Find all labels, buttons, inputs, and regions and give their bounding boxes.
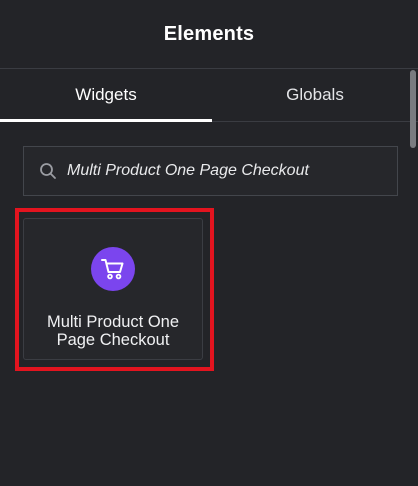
scrollbar-thumb[interactable] — [410, 70, 416, 148]
search-box — [23, 146, 398, 196]
widget-label: Multi Product One Page Checkout — [28, 313, 198, 349]
search-input[interactable] — [67, 162, 397, 180]
widget-multi-product-checkout[interactable]: Multi Product One Page Checkout — [23, 218, 203, 360]
tab-globals[interactable]: Globals — [212, 69, 418, 121]
widget-label-line-1: Multi Product One — [46, 313, 180, 331]
panel-title: Elements — [163, 22, 255, 45]
widget-label-line-2: Page Checkout — [56, 331, 170, 349]
elements-panel: Elements Widgets Globals Multi Product O… — [0, 0, 418, 486]
panel-tabs: Widgets Globals — [0, 68, 418, 122]
search-icon — [38, 161, 58, 181]
panel-header: Elements — [0, 0, 418, 68]
cart-icon — [91, 247, 135, 291]
tab-widgets[interactable]: Widgets — [0, 69, 212, 122]
